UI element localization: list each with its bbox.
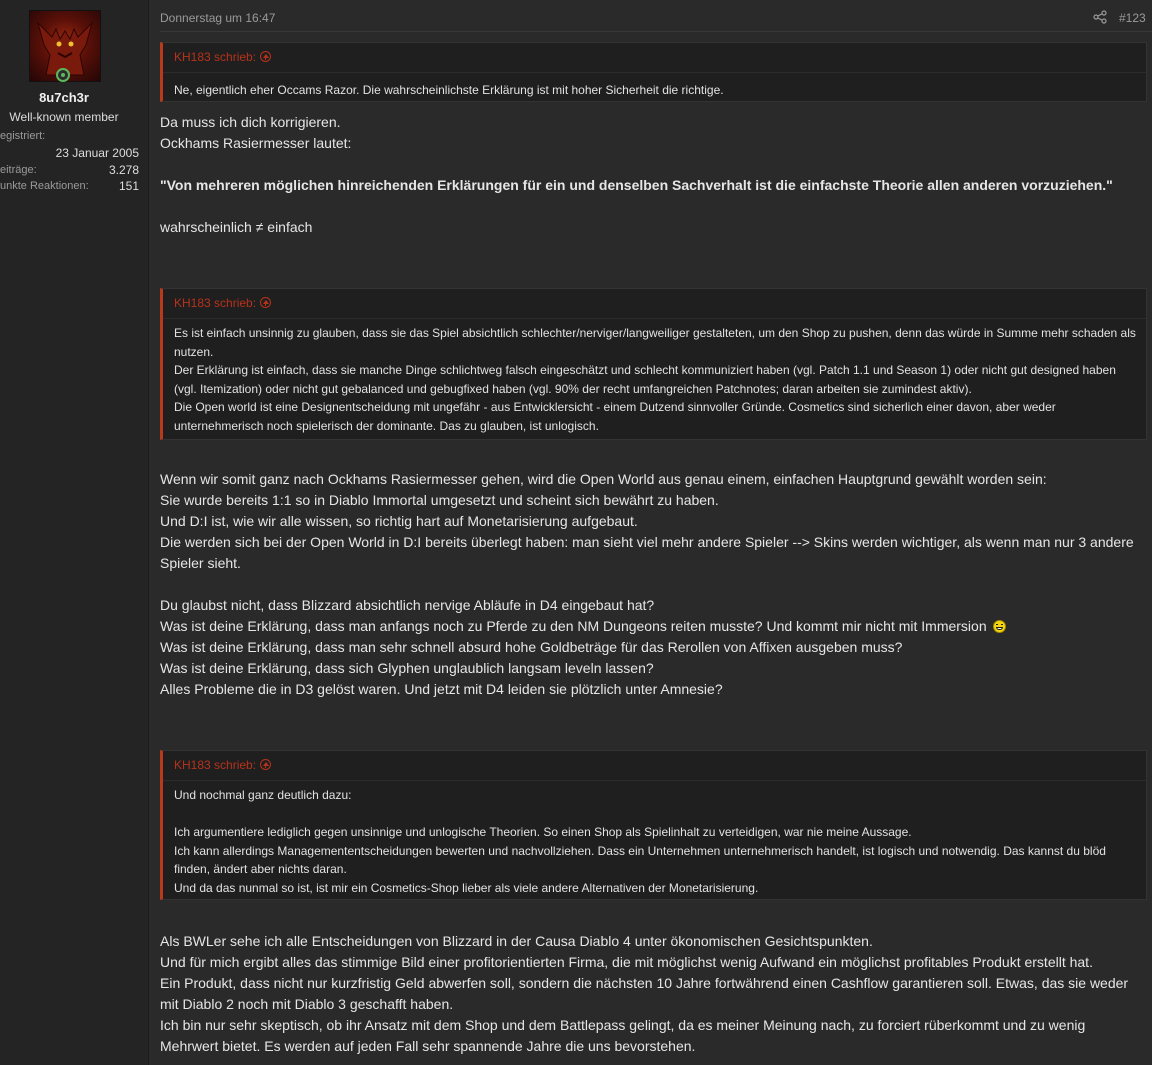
body-line: Du glaubst nicht, dass Blizzard absichtl… [160, 597, 655, 613]
quote-content: Es ist einfach unsinnig zu glauben, dass… [174, 324, 1136, 435]
quote-author[interactable]: KH183 schrieb: [174, 758, 256, 772]
quote-divider [163, 780, 1146, 781]
arrow-up-circle-icon[interactable] [260, 759, 272, 771]
quote-block: KH183 schrieb: Ne, eigentlich eher Occam… [160, 42, 1147, 102]
header-divider [160, 31, 1152, 32]
quote-line: Ich argumentiere lediglich gegen unsinni… [174, 825, 912, 839]
quote-line: Der Erklärung ist einfach, dass sie manc… [174, 363, 1120, 396]
quote-line: Und nochmal ganz deutlich dazu: [174, 788, 352, 802]
grin-smiley-icon [992, 619, 1006, 633]
body-line: Und für mich ergibt alles das stimmige B… [160, 954, 1093, 970]
body-line: Ich bin nur sehr skeptisch, ob ihr Ansat… [160, 1017, 1090, 1054]
online-status-icon [56, 68, 70, 82]
body-line: Was ist deine Erklärung, dass man sehr s… [160, 639, 903, 655]
post-paragraph: Als BWLer sehe ich alle Entscheidungen v… [160, 931, 1142, 1057]
body-line: Sie wurde bereits 1:1 so in Diablo Immor… [160, 492, 719, 508]
user-sidebar: 8u7ch3r Well-known member egistriert: 23… [0, 0, 149, 1065]
body-line: Was ist deine Erklärung, dass man anfang… [160, 616, 1142, 637]
quote-line: Ne, eigentlich eher Occams Razor. Die wa… [174, 83, 724, 97]
quote-line: Es ist einfach unsinnig zu glauben, dass… [174, 326, 1140, 359]
share-icon[interactable] [1093, 10, 1107, 24]
quote-content: Und nochmal ganz deutlich dazu: Ich argu… [174, 786, 1136, 897]
quote-block: KH183 schrieb: Und nochmal ganz deutlich… [160, 750, 1147, 900]
body-line: Wenn wir somit ganz nach Ockhams Rasierm… [160, 471, 1047, 487]
quote-author[interactable]: KH183 schrieb: [174, 50, 256, 64]
bold-quote-text: "Von mehreren möglichen hinreichenden Er… [160, 177, 1113, 193]
stat-reactions-label: unkte Reaktionen: [0, 180, 89, 192]
stat-registered-value: 23 Januar 2005 [55, 146, 139, 160]
quote-line: Die Open world ist eine Designentscheidu… [174, 400, 1060, 433]
arrow-up-circle-icon[interactable] [260, 297, 272, 309]
body-line: Ockhams Rasiermesser lautet: [160, 135, 352, 151]
post-number-link[interactable]: #123 [1119, 11, 1146, 25]
post-paragraph: Du glaubst nicht, dass Blizzard absichtl… [160, 595, 1142, 700]
quote-divider [163, 318, 1146, 319]
quote-line: Und da das nunmal so ist, ist mir ein Co… [174, 880, 759, 895]
body-line: Was ist deine Erklärung, dass sich Glyph… [160, 660, 654, 676]
post-paragraph: Wenn wir somit ganz nach Ockhams Rasierm… [160, 469, 1142, 574]
post-paragraph: Da muss ich dich korrigieren. Ockhams Ra… [160, 112, 1142, 238]
quote-divider [163, 72, 1146, 73]
username[interactable]: 8u7ch3r [0, 90, 128, 105]
quote-author-link[interactable]: KH183 schrieb: [174, 296, 272, 310]
body-line: Da muss ich dich korrigieren. [160, 114, 341, 130]
body-line-text: Was ist deine Erklärung, dass man anfang… [160, 618, 987, 634]
post-date[interactable]: Donnerstag um 16:47 [160, 11, 275, 25]
stat-reactions-value: 151 [118, 179, 139, 193]
body-line: Und D:I ist, wie wir alle wissen, so ric… [160, 513, 638, 529]
user-title: Well-known member [9, 110, 119, 124]
stat-registered-label: egistriert: [0, 130, 46, 142]
quote-line: Ich kann allerdings Managemententscheidu… [174, 843, 1110, 877]
stat-posts-label: eiträge: [0, 164, 37, 176]
arrow-up-circle-icon[interactable] [260, 51, 272, 63]
body-line: Als BWLer sehe ich alle Entscheidungen v… [160, 933, 873, 949]
quote-author-link[interactable]: KH183 schrieb: [174, 758, 272, 772]
quote-block: KH183 schrieb: Es ist einfach unsinnig z… [160, 288, 1147, 440]
body-line: Alles Probleme die in D3 gelöst waren. U… [160, 681, 723, 697]
quote-content: Ne, eigentlich eher Occams Razor. Die wa… [174, 81, 1136, 100]
body-line: wahrscheinlich ≠ einfach [160, 219, 313, 235]
quote-author-link[interactable]: KH183 schrieb: [174, 50, 272, 64]
quote-author[interactable]: KH183 schrieb: [174, 296, 256, 310]
body-line: Ein Produkt, dass nicht nur kurzfristig … [160, 975, 1132, 1012]
stat-posts-value: 3.278 [108, 163, 139, 177]
body-line: Die werden sich bei der Open World in D:… [160, 534, 1138, 571]
